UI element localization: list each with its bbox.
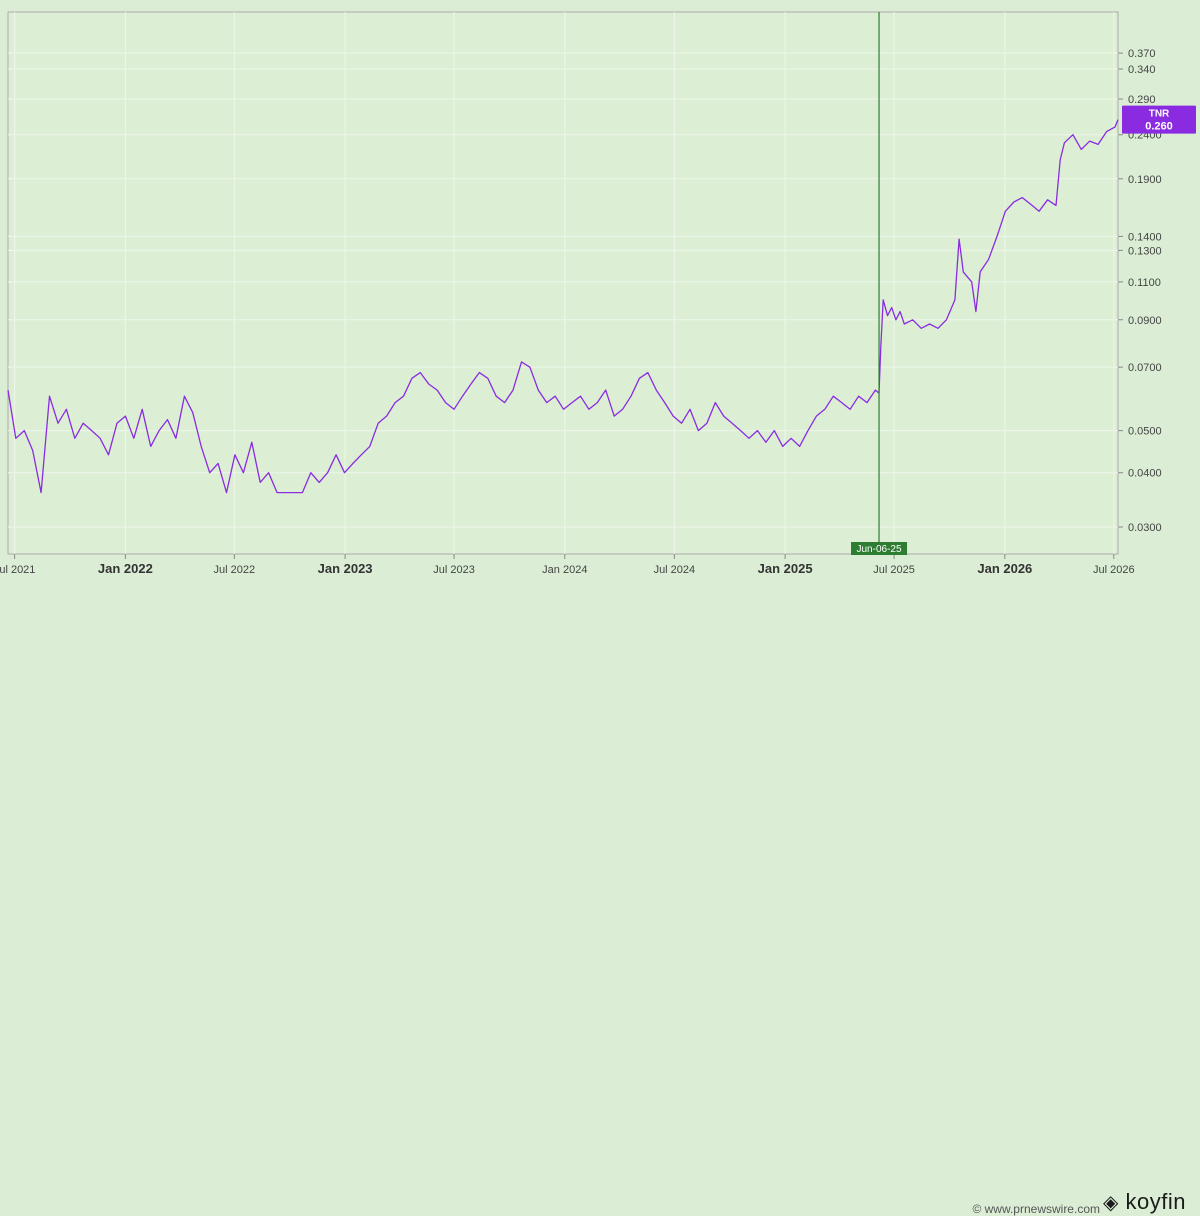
price-chart: 0.3700.3400.2900.24000.19000.14000.13000… [0,11,1196,576]
y-tick-label: 0.1100 [1128,277,1161,289]
x-tick-label: Jul 2021 [0,564,35,576]
price-tag-symbol: TNR [1149,109,1170,120]
y-tick-label: 0.0400 [1128,468,1162,480]
x-tick-label: Jan 2026 [977,561,1032,576]
credit-text: © www.prnewswire.com [972,1202,1100,1216]
x-tick-label: Jul 2023 [433,564,475,576]
y-tick-label: 0.0700 [1128,362,1162,374]
y-tick-label: 0.0500 [1128,426,1162,438]
brand-logo: ◈ koyfin [1103,1189,1186,1215]
brand-name: koyfin [1125,1189,1186,1214]
y-tick-label: 0.0300 [1128,522,1162,534]
y-tick-label: 0.290 [1128,94,1156,106]
annotation-label: Jun-06-25 [857,544,902,555]
x-tick-label: Jul 2025 [873,564,915,576]
y-tick-label: 0.370 [1128,48,1156,60]
x-tick-label: Jul 2024 [654,564,696,576]
y-tick-label: 0.340 [1128,64,1156,76]
x-tick-label: Jan 2023 [318,561,373,576]
x-axis: Jul 2021 Jan 2022 Jul 2022 Jan 2023 Jul 2023… [0,554,1135,576]
x-tick-label: Jul 2022 [214,564,256,576]
x-tick-label: Jan 2024 [542,564,587,576]
x-tick-label: Jan 2025 [758,561,813,576]
price-tag: TNR0.260 [1122,105,1196,134]
y-tick-label: 0.1300 [1128,245,1162,257]
price-tag-value: 0.260 [1145,121,1173,133]
footer: © www.prnewswire.com ◈ koyfin [0,596,1200,1216]
brand-icon: ◈ [1103,1192,1119,1214]
y-tick-label: 0.1400 [1128,231,1162,243]
x-tick-label: Jul 2026 [1093,564,1135,576]
y-tick-label: 0.0900 [1128,315,1162,327]
y-tick-label: 0.1900 [1128,174,1162,186]
x-tick-label: Jan 2022 [98,561,153,576]
